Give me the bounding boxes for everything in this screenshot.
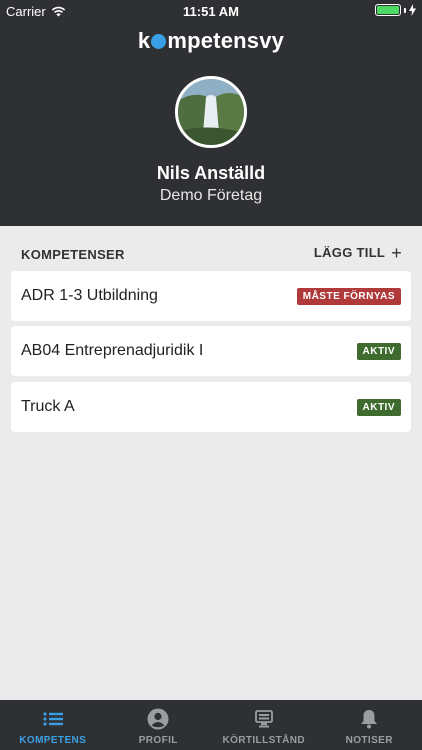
- add-competence-button[interactable]: LÄGG TILL +: [313, 242, 402, 263]
- profile-name: Nils Anställd: [156, 163, 266, 183]
- tab-label: KOMPETENS: [19, 735, 87, 746]
- competence-card[interactable]: ADR 1-3 Utbildning MÅSTE FÖRNYAS: [11, 271, 411, 321]
- app-logo: k mpetensvy: [0, 28, 422, 54]
- tab-label: NOTISER: [345, 735, 393, 746]
- status-badge: AKTIV: [356, 398, 401, 416]
- competence-label: ADR 1-3 Utbildning: [21, 287, 158, 304]
- battery-cap: [404, 7, 406, 13]
- competence-label: AB04 Entreprenadjuridik I: [21, 342, 204, 359]
- battery-icon: [375, 4, 401, 16]
- logo-dot-icon: [151, 34, 167, 49]
- profile-company: Demo Företag: [159, 187, 263, 204]
- charging-icon: [409, 4, 416, 16]
- user-circle-icon: [147, 708, 169, 730]
- tab-kompetens[interactable]: KOMPETENS: [0, 700, 106, 750]
- bell-icon: [358, 708, 380, 730]
- status-bar: Carrier 11:51 AM: [0, 0, 422, 22]
- battery-area: [375, 4, 416, 16]
- status-badge: AKTIV: [356, 342, 401, 360]
- tab-notiser[interactable]: NOTISER: [317, 700, 422, 750]
- id-card-icon: [253, 708, 275, 730]
- tab-bar: KOMPETENS PROFIL KÖRTILLSTÅND NOTISER: [0, 700, 422, 750]
- list-icon: [42, 708, 64, 730]
- tab-kortillstand[interactable]: KÖRTILLSTÅND: [211, 700, 317, 750]
- profile-header: Carrier 11:51 AM k mpetensvy Nils Anstäl…: [0, 0, 422, 226]
- competence-card[interactable]: Truck A AKTIV: [11, 382, 411, 432]
- competence-card[interactable]: AB04 Entreprenadjuridik I AKTIV: [11, 326, 411, 376]
- plus-icon: +: [391, 242, 402, 263]
- clock: 11:51 AM: [183, 4, 239, 19]
- status-badge: MÅSTE FÖRNYAS: [296, 287, 401, 305]
- tab-profil[interactable]: PROFIL: [106, 700, 212, 750]
- section-title: KOMPETENSER: [21, 247, 125, 262]
- add-label: LÄGG TILL: [313, 245, 386, 260]
- competence-label: Truck A: [21, 398, 75, 415]
- logo-suffix: mpetensvy: [167, 28, 285, 53]
- avatar[interactable]: [175, 76, 247, 148]
- tab-label: KÖRTILLSTÅND: [222, 735, 306, 746]
- logo-prefix: k: [137, 28, 151, 53]
- waterfall-photo-icon: [178, 79, 244, 145]
- tab-label: PROFIL: [138, 735, 178, 746]
